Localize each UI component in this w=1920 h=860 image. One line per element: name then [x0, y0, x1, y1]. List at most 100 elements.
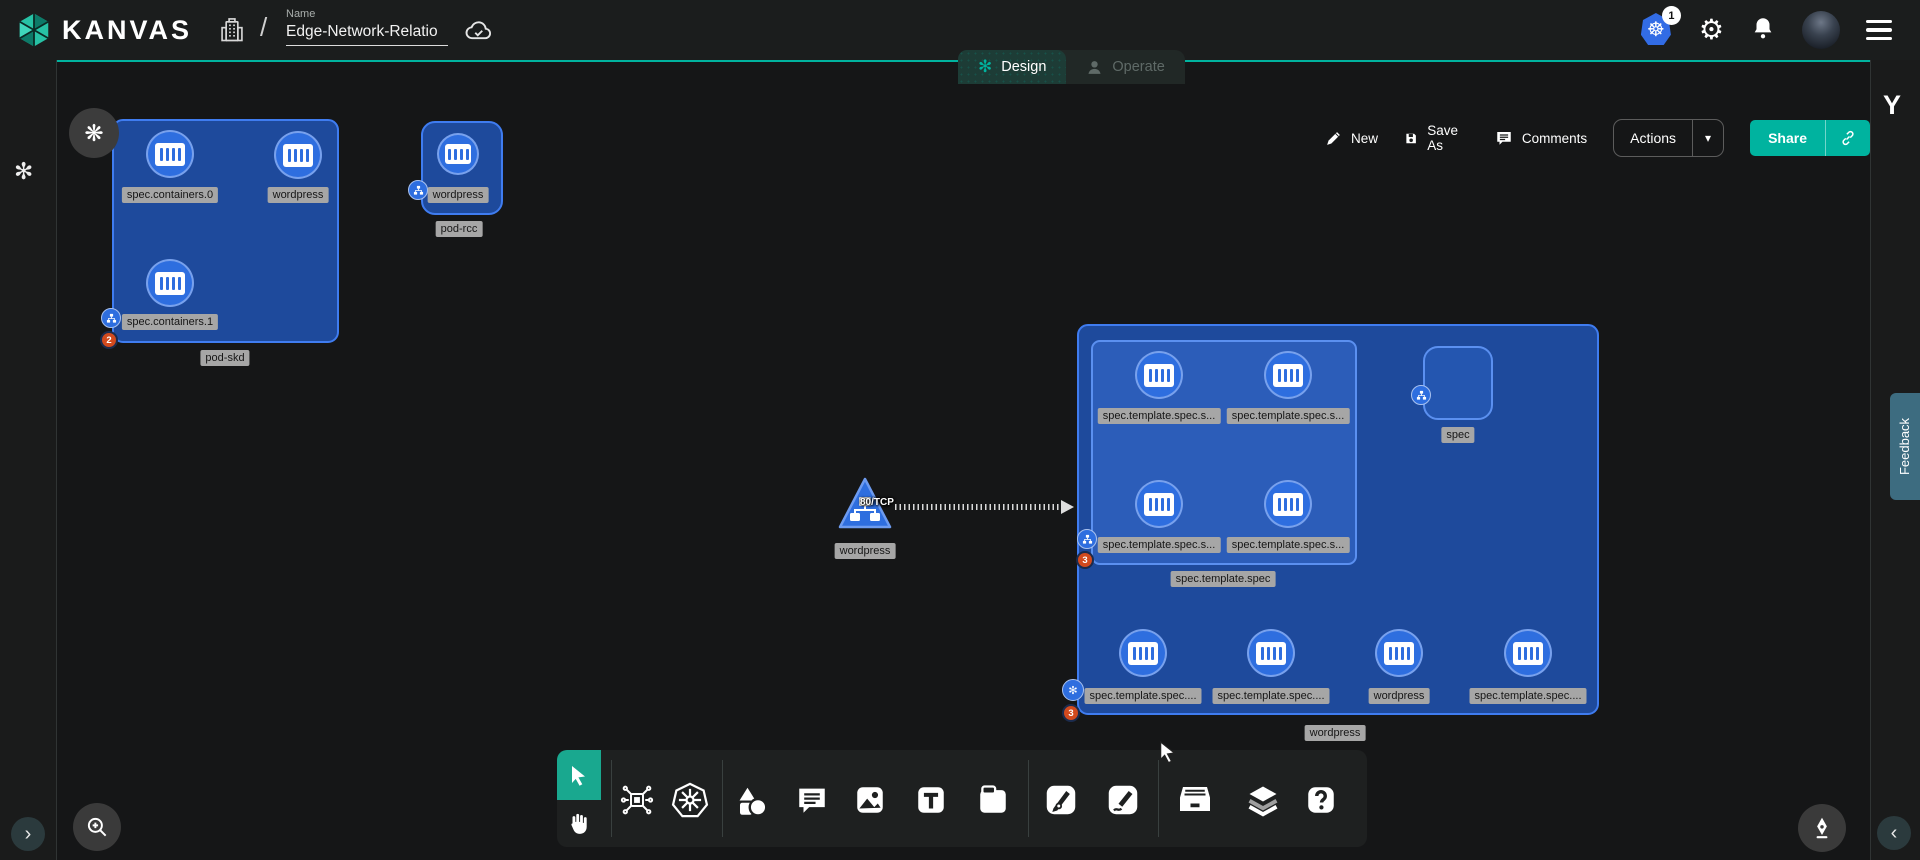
node-label: spec.containers.0 [122, 187, 218, 203]
pen-tool-button[interactable] [1038, 777, 1084, 823]
container-node-template-3[interactable] [1264, 480, 1312, 528]
tab-design[interactable]: ✻ Design [958, 50, 1066, 84]
design-name-value[interactable]: Edge-Network-Relatio [286, 23, 448, 46]
container-icon [1256, 642, 1286, 665]
design-name-field[interactable]: Name Edge-Network-Relatio [286, 8, 448, 46]
merge-y-icon[interactable]: Y [1883, 90, 1901, 121]
tab-design-label: Design [1001, 59, 1046, 75]
pod-hierarchy-icon[interactable] [101, 308, 121, 328]
shapes-icon [734, 784, 770, 820]
design-flower-icon: ✻ [978, 57, 992, 77]
comment-icon [795, 783, 829, 817]
hamburger-menu-icon[interactable] [1866, 20, 1892, 41]
select-tool-button[interactable] [557, 750, 601, 800]
pencil-tool-button[interactable] [1100, 777, 1146, 823]
components-tool-button[interactable] [614, 777, 660, 823]
kanvas-hexagon-icon [16, 11, 52, 49]
canvas-action-bar: New Save As Comments Actions [1325, 119, 1870, 157]
group-spec-template-spec[interactable] [1091, 340, 1357, 565]
container-node-spec-containers-1[interactable] [146, 259, 194, 307]
text-tool-button[interactable] [908, 777, 954, 823]
kubernetes-tool-button[interactable] [667, 777, 713, 823]
pod-hierarchy-icon[interactable] [408, 180, 428, 200]
note-tool-button[interactable] [970, 777, 1016, 823]
feedback-tab[interactable]: Feedback [1890, 393, 1920, 500]
help-tool-button[interactable] [1298, 777, 1344, 823]
comment-tool-button[interactable] [789, 777, 835, 823]
actions-dropdown-button[interactable]: Actions ▾ [1613, 119, 1724, 157]
deployment-mesh-icon[interactable]: ✻ [1062, 679, 1084, 701]
shapes-tool-button[interactable] [729, 779, 775, 825]
organization-icon[interactable] [218, 15, 246, 50]
snowflake-icon: ❋ [84, 120, 103, 147]
container-node-spec-containers-0[interactable] [146, 130, 194, 178]
kanvas-app: KANVAS / Name Edge-Network-Relatio [0, 0, 1920, 860]
container-node-deploy-1[interactable] [1247, 629, 1295, 677]
feedback-label: Feedback [1898, 418, 1913, 475]
container-node-deploy-0[interactable] [1119, 629, 1167, 677]
k8s-context-button[interactable]: ☸ 1 [1641, 13, 1673, 47]
container-icon [1144, 364, 1174, 387]
service-label: wordpress [835, 543, 896, 559]
design-canvas[interactable]: New Save As Comments Actions [57, 60, 1870, 860]
edge-arrowhead-icon [1061, 500, 1074, 514]
container-icon [1128, 642, 1158, 665]
save-as-button[interactable]: Save As [1404, 123, 1469, 153]
pod-hierarchy-icon[interactable] [1077, 529, 1097, 549]
kanvas-logo[interactable]: KANVAS [16, 11, 192, 49]
image-tool-button[interactable] [847, 777, 893, 823]
tab-operate-label: Operate [1112, 59, 1164, 75]
new-button[interactable]: New [1325, 130, 1378, 147]
node-label: spec.template.spec.s... [1227, 537, 1350, 553]
meshery-spiral-icon[interactable]: ✻ [14, 158, 33, 185]
settings-gear-icon[interactable]: ⚙ [1699, 16, 1724, 44]
kubernetes-wheel-icon [671, 781, 709, 819]
hand-icon [566, 811, 592, 837]
chevron-right-icon: › [25, 823, 32, 846]
container-icon [1273, 493, 1303, 516]
caret-down-icon[interactable]: ▾ [1693, 131, 1723, 145]
cursor-arrow-icon [567, 763, 591, 787]
share-button[interactable]: Share [1750, 120, 1870, 156]
service-edge[interactable] [895, 504, 1063, 510]
zoom-in-button[interactable] [73, 803, 121, 851]
node-spec[interactable] [1423, 346, 1493, 420]
container-node-deploy-3[interactable] [1504, 629, 1552, 677]
error-count-badge[interactable]: 2 [100, 331, 118, 349]
mode-tab-strip: ✻ Design Operate [958, 50, 1185, 84]
expand-left-panel-button[interactable]: › [11, 817, 45, 851]
pen-mode-button[interactable] [1798, 804, 1846, 852]
breadcrumb-slash: / [260, 12, 267, 43]
error-count-badge[interactable]: 3 [1062, 704, 1080, 722]
node-label: wordpress [1369, 688, 1430, 704]
pan-tool-button[interactable] [557, 800, 601, 847]
node-label: wordpress [268, 187, 329, 203]
container-node-template-0[interactable] [1135, 351, 1183, 399]
container-node-wordpress-rcc[interactable] [437, 133, 479, 175]
group-label-wordpress: wordpress [1305, 725, 1366, 741]
node-label: spec.template.spec.s... [1098, 408, 1221, 424]
node-label: spec.template.spec.s... [1098, 537, 1221, 553]
container-node-wordpress[interactable] [274, 131, 322, 179]
header-bar: KANVAS / Name Edge-Network-Relatio [0, 0, 1920, 60]
collapse-right-panel-button[interactable]: ‹ [1877, 816, 1911, 850]
copy-link-icon[interactable] [1826, 129, 1870, 147]
snowflake-button[interactable]: ❋ [69, 108, 119, 158]
error-count-badge[interactable]: 3 [1076, 551, 1094, 569]
pod-hierarchy-icon[interactable] [1411, 385, 1431, 405]
mouse-cursor-icon [1157, 740, 1179, 766]
freehand-pencil-icon [1105, 782, 1141, 818]
container-node-deploy-2[interactable] [1375, 629, 1423, 677]
container-icon [1273, 364, 1303, 387]
container-node-template-1[interactable] [1264, 351, 1312, 399]
container-node-template-2[interactable] [1135, 480, 1183, 528]
user-avatar[interactable] [1802, 11, 1840, 49]
layers-tool-button[interactable] [1240, 777, 1286, 823]
comments-button[interactable]: Comments [1495, 129, 1587, 147]
archive-tool-button[interactable] [1172, 776, 1218, 822]
tab-operate[interactable]: Operate [1066, 50, 1184, 84]
container-icon [445, 144, 471, 164]
canvas-toolbar [557, 750, 1367, 847]
notifications-bell-icon[interactable] [1750, 14, 1776, 47]
name-label: Name [286, 8, 448, 20]
